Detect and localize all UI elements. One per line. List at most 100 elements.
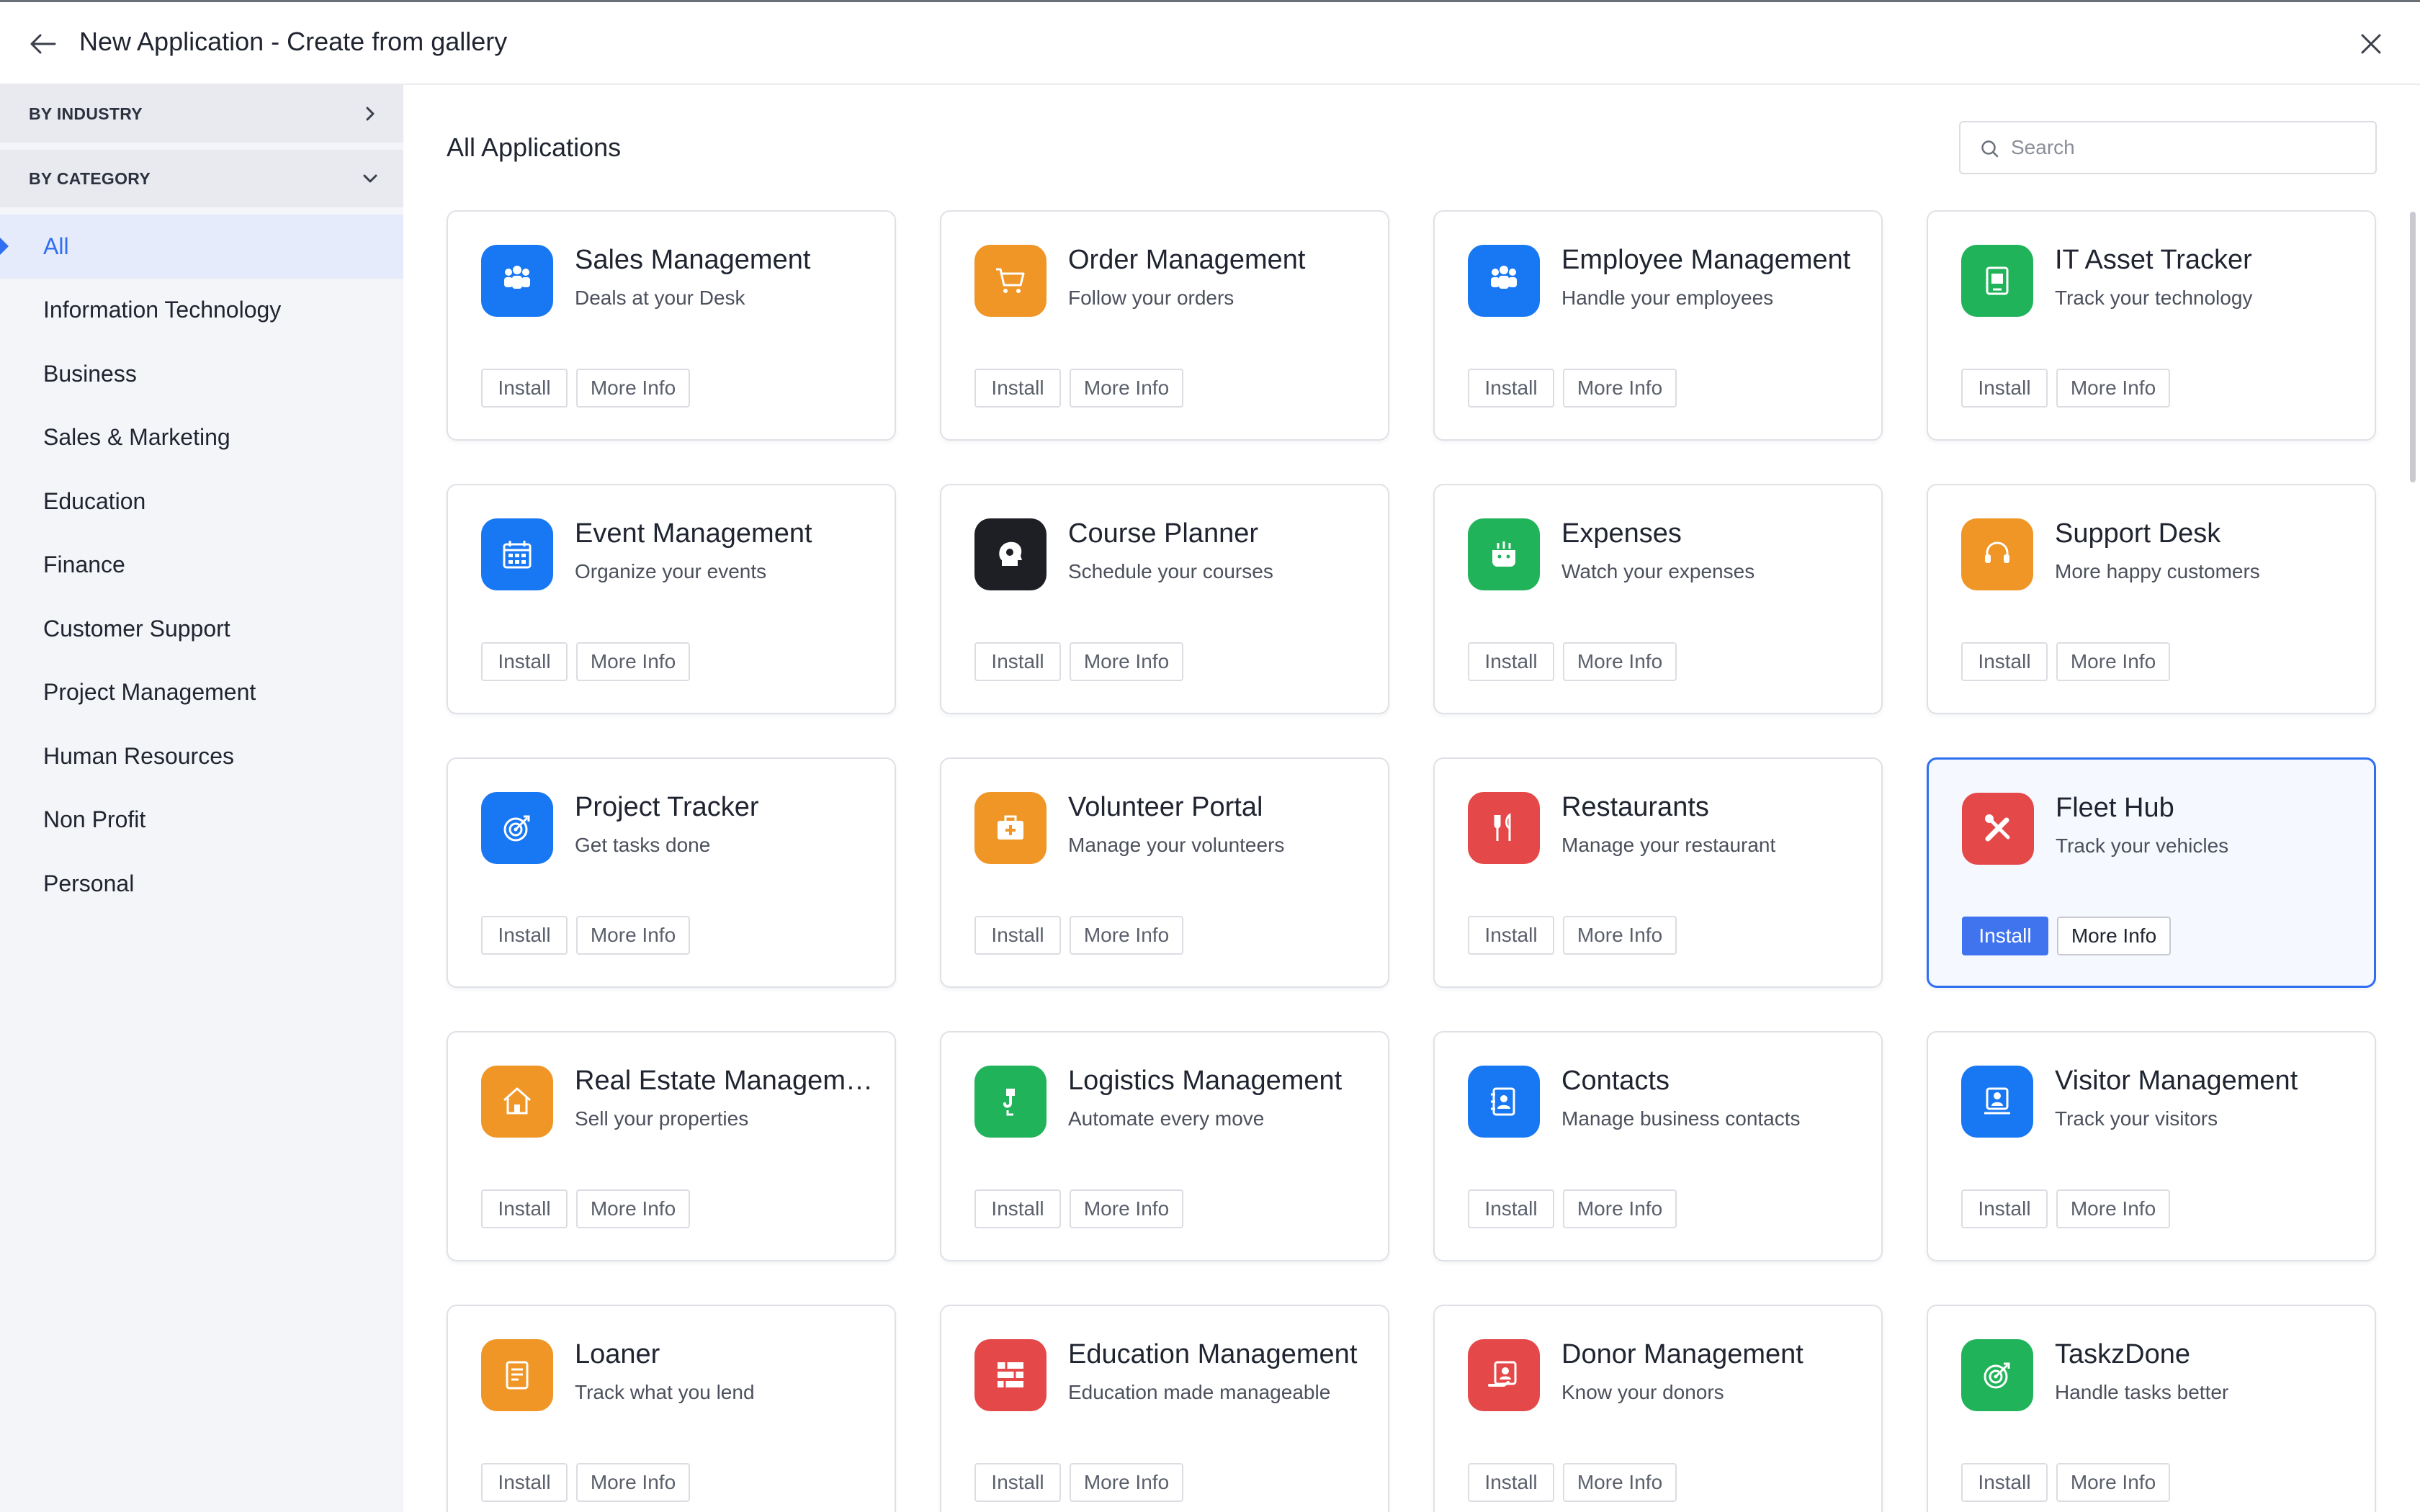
app-grid: Sales Management Deals at your Desk Instal… — [447, 210, 2376, 1512]
page-title: New Application - Create from gallery — [79, 27, 508, 56]
app-title: Restaurants — [1561, 792, 1709, 822]
more-info-button[interactable]: More Info — [1070, 1463, 1183, 1502]
app-card-expenses[interactable]: Expenses Watch your expenses Install More I… — [1433, 484, 1883, 714]
category-item-finance[interactable]: Finance — [0, 534, 403, 598]
more-info-button[interactable]: More Info — [1070, 369, 1183, 408]
more-info-button[interactable]: More Info — [2056, 1189, 2170, 1228]
chevron-down-icon — [363, 174, 377, 183]
app-card-visitor-management[interactable]: Visitor Management Track your visitors Ins… — [1927, 1031, 2376, 1261]
app-card-volunteer-portal[interactable]: Volunteer Portal Manage your volunteers In… — [940, 757, 1389, 988]
calendar-icon — [481, 518, 553, 590]
category-item-information-technology[interactable]: Information Technology — [0, 279, 403, 343]
more-info-button[interactable]: More Info — [1070, 642, 1183, 681]
install-button[interactable]: Install — [974, 369, 1061, 408]
app-title: Logistics Management — [1068, 1066, 1343, 1096]
app-title: Event Management — [575, 518, 812, 549]
app-title: Order Management — [1068, 245, 1306, 275]
more-info-button[interactable]: More Info — [2057, 917, 2171, 955]
app-card-fleet-hub[interactable]: Fleet Hub Track your vehicles Install More … — [1927, 757, 2376, 988]
install-button[interactable]: Install — [1961, 369, 2048, 408]
install-button[interactable]: Install — [974, 916, 1061, 955]
install-button[interactable]: Install — [1961, 642, 2048, 681]
search-box[interactable] — [1959, 121, 2377, 174]
install-button[interactable]: Install — [481, 916, 568, 955]
more-info-button[interactable]: More Info — [576, 369, 690, 408]
app-card-taskzdone[interactable]: TaskzDone Handle tasks better Install More … — [1927, 1305, 2376, 1512]
install-button[interactable]: Install — [974, 1189, 1061, 1228]
app-card-support-desk[interactable]: Support Desk More happy customers Install M… — [1927, 484, 2376, 714]
scrollbar[interactable] — [2406, 85, 2420, 1512]
more-info-button[interactable]: More Info — [1563, 1189, 1677, 1228]
app-title: TaskzDone — [2055, 1339, 2190, 1369]
by-category-toggle[interactable]: BY CATEGORY — [0, 150, 403, 207]
app-title: Expenses — [1561, 518, 1682, 549]
install-button[interactable]: Install — [481, 1463, 568, 1502]
install-button[interactable]: Install — [974, 642, 1061, 681]
app-card-course-planner[interactable]: Course Planner Schedule your courses Insta… — [940, 484, 1389, 714]
more-info-button[interactable]: More Info — [1563, 916, 1677, 955]
category-item-non-profit[interactable]: Non Profit — [0, 788, 403, 852]
install-button[interactable]: Install — [481, 369, 568, 408]
more-info-button[interactable]: More Info — [576, 1189, 690, 1228]
app-description: Education made manageable — [1068, 1381, 1331, 1403]
install-button[interactable]: Install — [1962, 917, 2048, 955]
more-info-button[interactable]: More Info — [576, 916, 690, 955]
app-description: Handle tasks better — [2055, 1381, 2229, 1403]
category-item-education[interactable]: Education — [0, 469, 403, 534]
books-icon — [974, 1339, 1047, 1411]
app-card-contacts[interactable]: Contacts Manage business contacts Install M… — [1433, 1031, 1883, 1261]
install-button[interactable]: Install — [1468, 642, 1554, 681]
more-info-button[interactable]: More Info — [1563, 642, 1677, 681]
category-item-business[interactable]: Business — [0, 342, 403, 406]
more-info-button[interactable]: More Info — [576, 642, 690, 681]
more-info-button[interactable]: More Info — [2056, 642, 2170, 681]
category-item-all[interactable]: All — [0, 215, 403, 279]
app-card-restaurants[interactable]: Restaurants Manage your restaurant Install… — [1433, 757, 1883, 988]
app-description: Handle your employees — [1561, 287, 1774, 309]
category-item-human-resources[interactable]: Human Resources — [0, 724, 403, 788]
install-button[interactable]: Install — [1468, 916, 1554, 955]
category-item-project-management[interactable]: Project Management — [0, 661, 403, 725]
more-info-button[interactable]: More Info — [1070, 916, 1183, 955]
category-item-sales-marketing[interactable]: Sales & Marketing — [0, 406, 403, 470]
more-info-button[interactable]: More Info — [576, 1463, 690, 1502]
more-info-button[interactable]: More Info — [2056, 369, 2170, 408]
app-card-donor-management[interactable]: Donor Management Know your donors Install M… — [1433, 1305, 1883, 1512]
install-button[interactable]: Install — [974, 1463, 1061, 1502]
back-button[interactable] — [26, 28, 60, 60]
close-button[interactable] — [2355, 28, 2387, 60]
app-description: Deals at your Desk — [575, 287, 745, 309]
app-card-project-tracker[interactable]: Project Tracker Get tasks done Install More… — [447, 757, 896, 988]
install-button[interactable]: Install — [1468, 1463, 1554, 1502]
app-card-education-management[interactable]: Education Management Education made manag… — [940, 1305, 1389, 1512]
app-card-real-estate-management[interactable]: Real Estate Management Sell your properti… — [447, 1031, 896, 1261]
app-card-logistics-management[interactable]: Logistics Management Automate every move I… — [940, 1031, 1389, 1261]
app-card-employee-management[interactable]: Employee Management Handle your employees… — [1433, 210, 1883, 441]
install-button[interactable]: Install — [481, 1189, 568, 1228]
scrollbar-thumb[interactable] — [2410, 212, 2416, 482]
by-industry-toggle[interactable]: BY INDUSTRY — [0, 85, 403, 143]
app-card-sales-management[interactable]: Sales Management Deals at your Desk Instal… — [447, 210, 896, 441]
more-info-button[interactable]: More Info — [1070, 1189, 1183, 1228]
search-input[interactable] — [2011, 136, 2357, 159]
more-info-button[interactable]: More Info — [1563, 369, 1677, 408]
app-description: Track your technology — [2055, 287, 2253, 309]
app-title: Sales Management — [575, 245, 811, 275]
app-description: Track your visitors — [2055, 1107, 2218, 1130]
install-button[interactable]: Install — [1961, 1189, 2048, 1228]
more-info-button[interactable]: More Info — [2056, 1463, 2170, 1502]
cart-icon — [974, 245, 1047, 317]
install-button[interactable]: Install — [481, 642, 568, 681]
app-card-event-management[interactable]: Event Management Organize your events Inst… — [447, 484, 896, 714]
category-item-customer-support[interactable]: Customer Support — [0, 597, 403, 661]
app-description: More happy customers — [2055, 560, 2260, 582]
install-button[interactable]: Install — [1468, 369, 1554, 408]
install-button[interactable]: Install — [1961, 1463, 2048, 1502]
cutlery-icon — [1468, 792, 1540, 864]
app-card-loaner[interactable]: Loaner Track what you lend Install More Inf… — [447, 1305, 896, 1512]
app-card-order-management[interactable]: Order Management Follow your orders Instal… — [940, 210, 1389, 441]
install-button[interactable]: Install — [1468, 1189, 1554, 1228]
category-item-personal[interactable]: Personal — [0, 852, 403, 916]
more-info-button[interactable]: More Info — [1563, 1463, 1677, 1502]
app-card-it-asset-tracker[interactable]: IT Asset Tracker Track your technology Ins… — [1927, 210, 2376, 441]
